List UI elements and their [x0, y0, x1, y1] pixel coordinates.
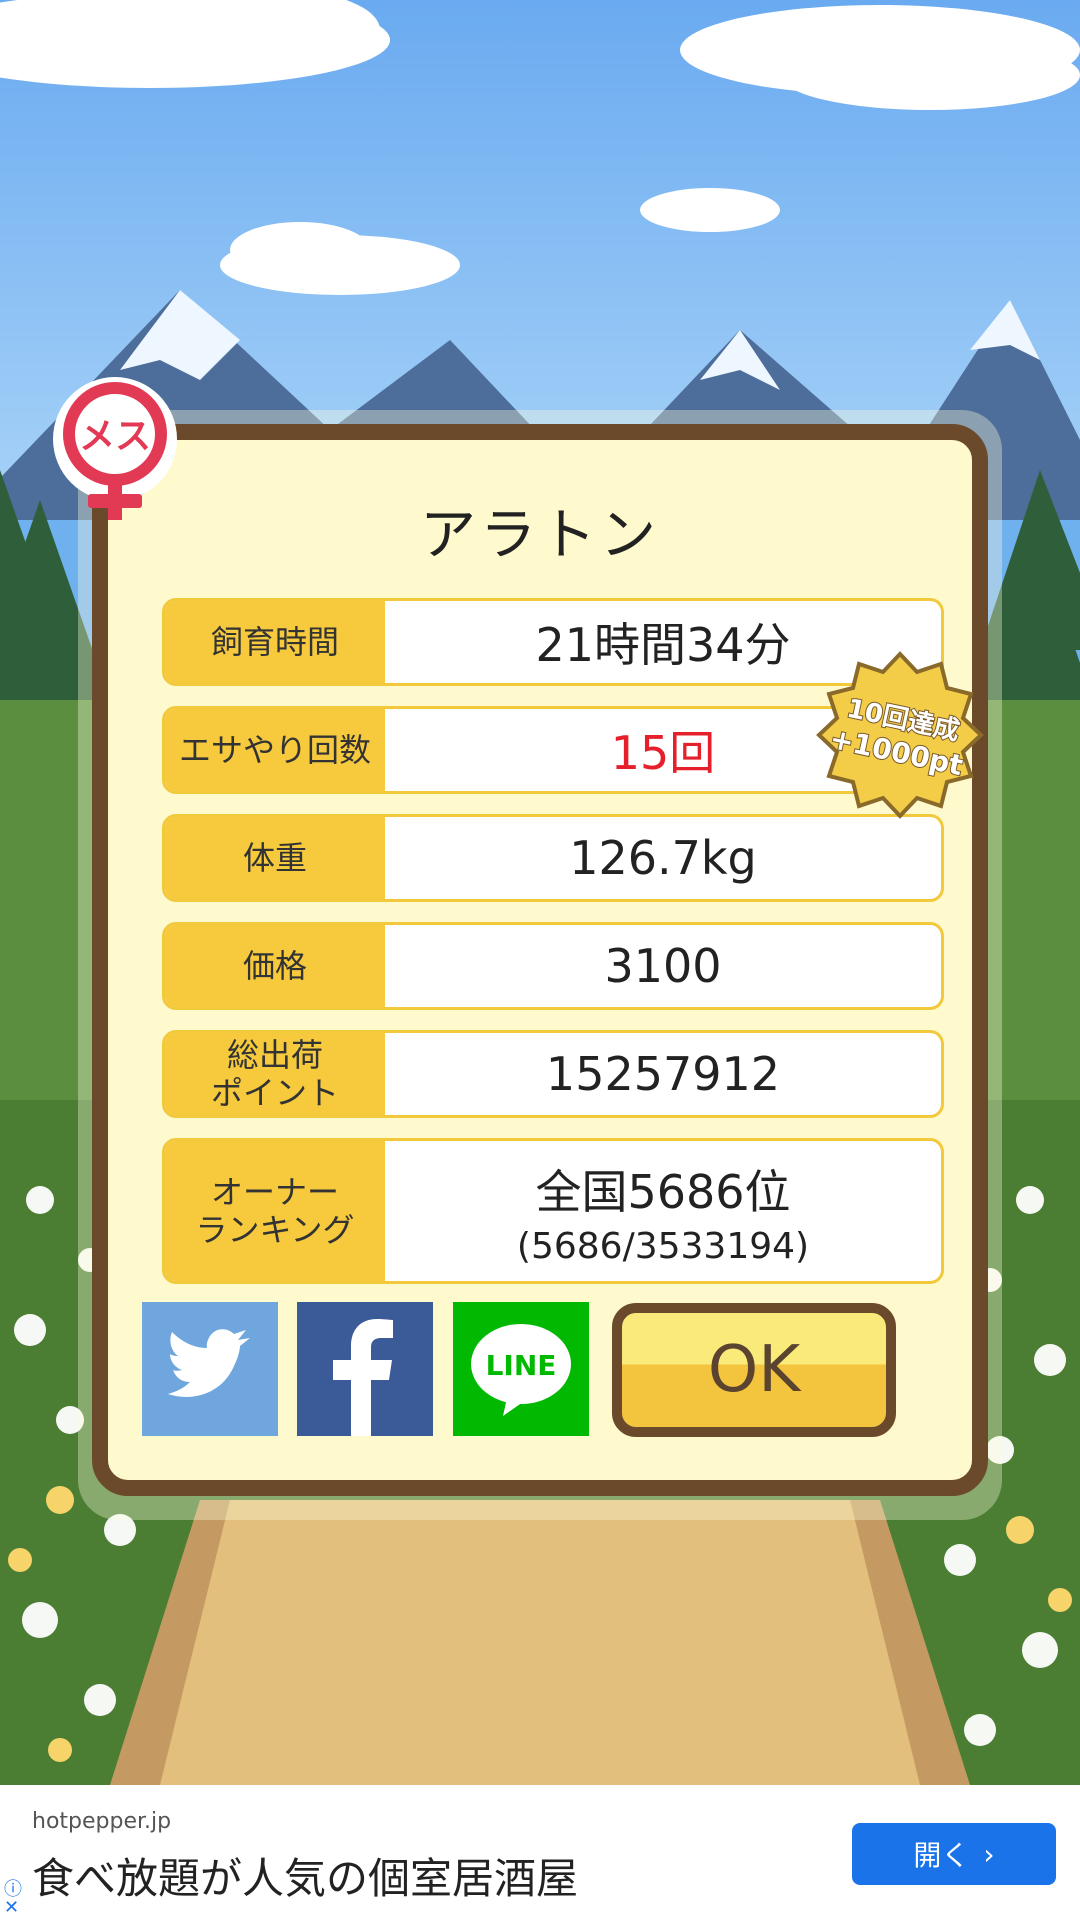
- stat-value-total-points: 15257912: [545, 1047, 781, 1101]
- facebook-share-button[interactable]: [297, 1302, 433, 1436]
- pet-name: アラトン: [420, 503, 660, 568]
- stat-label-total-points: 総出荷 ポイント: [165, 1033, 385, 1115]
- stat-row-weight: 体重 126.7kg: [162, 814, 944, 902]
- twitter-share-button[interactable]: [142, 1302, 278, 1436]
- twitter-bird-icon: [168, 1329, 250, 1397]
- female-gender-icon: メス: [53, 377, 177, 520]
- achievement-badge: 10回達成 +1000pt: [816, 651, 984, 819]
- stat-label-price: 価格: [165, 925, 385, 1007]
- stat-value-container: 全国5686位 (5686/3533194): [385, 1141, 941, 1281]
- stat-label-weight: 体重: [165, 817, 385, 899]
- line-logo-icon: LINE: [471, 1324, 571, 1416]
- ok-button[interactable]: OK: [612, 1303, 896, 1437]
- ad-open-label: 開く: [913, 1839, 970, 1872]
- facebook-f-icon: [333, 1319, 393, 1436]
- ad-banner[interactable]: hotpepper.jp 食べ放題が人気の個室居酒屋 開く › ⓘ ✕: [0, 1785, 1080, 1920]
- stat-value-price: 3100: [604, 939, 722, 993]
- line-share-button[interactable]: LINE: [453, 1302, 589, 1436]
- stat-value-feed-count: 15回: [610, 726, 716, 780]
- ad-close-icon[interactable]: ✕: [4, 1899, 22, 1917]
- stat-row-price: 価格 3100: [162, 922, 944, 1010]
- stat-value-container: 15257912: [385, 1033, 941, 1115]
- stat-row-owner-ranking: オーナー ランキング 全国5686位 (5686/3533194): [162, 1138, 944, 1284]
- stat-value-breeding-time: 21時間34分: [535, 618, 791, 672]
- stat-value-weight: 126.7kg: [569, 831, 757, 885]
- ad-domain: hotpepper.jp: [32, 1809, 172, 1834]
- stat-value-container: 3100: [385, 925, 941, 1007]
- chevron-right-icon: ›: [983, 1837, 995, 1871]
- stat-label-owner-ranking: オーナー ランキング: [165, 1141, 385, 1281]
- stat-value-container: 126.7kg: [385, 817, 941, 899]
- stat-value-ranking: 全国5686位: [535, 1164, 791, 1219]
- ad-info-group: ⓘ ✕: [4, 1881, 22, 1917]
- ad-headline[interactable]: 食べ放題が人気の個室居酒屋: [32, 1845, 578, 1906]
- ad-open-button[interactable]: 開く ›: [852, 1823, 1056, 1885]
- gender-label: メス: [79, 416, 151, 457]
- stat-row-total-points: 総出荷 ポイント 15257912: [162, 1030, 944, 1118]
- stat-label-feed-count: エサやり回数: [165, 709, 385, 791]
- stat-value-ranking-detail: (5686/3533194): [516, 1225, 810, 1267]
- stat-label-breeding-time: 飼育時間: [165, 601, 385, 683]
- line-label: LINE: [486, 1349, 557, 1382]
